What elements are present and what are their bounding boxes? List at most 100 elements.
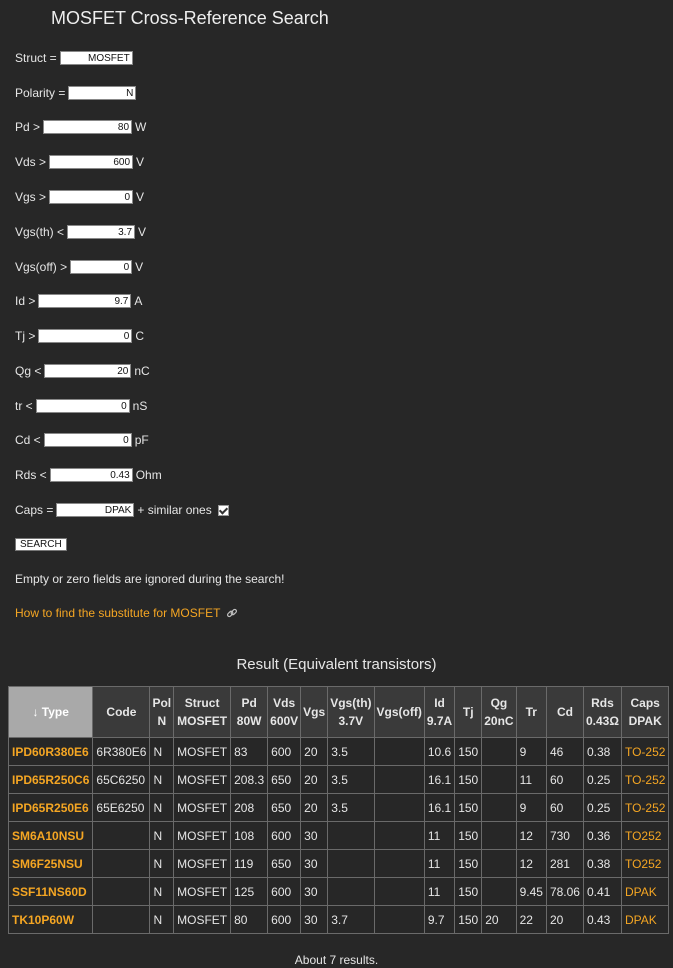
type-link[interactable]: SM6A10NSU [7, 821, 94, 850]
field-unit: W [135, 120, 147, 134]
field-label: Vds > [15, 155, 47, 169]
cell-pol: N [149, 765, 175, 794]
field-vgs-off: Vgs(off) > V [15, 259, 143, 275]
polarity-input[interactable] [68, 86, 137, 100]
table-header-row: ↓ Type Code Pol N Struct MOSFET Pd 80W Vds 6… [7, 686, 670, 738]
field-vgs-th: Vgs(th) < V [15, 224, 146, 240]
cell-struct: MOSFET [173, 821, 232, 850]
cd-input[interactable] [43, 433, 132, 447]
column-filter: 9.7A [426, 714, 453, 728]
column-title: Cd [556, 705, 573, 719]
column-header-code[interactable]: Code [92, 686, 151, 738]
field-label: Vgs > [15, 190, 47, 204]
caps-link[interactable]: DPAK [620, 905, 670, 934]
table-row: IPD60R380E6 6R380E6 N MOSFET 83 600 20 3… [7, 737, 670, 766]
vds-input[interactable] [49, 155, 134, 169]
cell-tj: 150 [454, 905, 483, 934]
cell-struct: MOSFET [173, 737, 232, 766]
type-link[interactable]: TK10P60W [7, 905, 94, 934]
cell-qg [481, 793, 517, 822]
field-caps: Caps = + similar ones [15, 502, 229, 518]
cell-tr: 22 [515, 905, 547, 934]
column-header-cd[interactable]: Cd [545, 686, 584, 738]
column-header-tr[interactable]: Tr [515, 686, 547, 738]
field-id: Id > A [15, 293, 142, 309]
column-title: Vgs(th) [330, 696, 372, 710]
column-header-vds[interactable]: Vds 600V [267, 686, 302, 738]
similar-ones-label: + similar ones [137, 503, 212, 517]
cell-pd: 119 [230, 849, 269, 878]
type-link[interactable]: IPD60R380E6 [7, 737, 94, 766]
cell-vgs: 30 [300, 849, 329, 878]
column-title: Rds [591, 696, 614, 710]
cell-pd: 83 [230, 737, 269, 766]
cell-vgs-th: 3.5 [327, 793, 375, 822]
column-filter: 20nC [484, 714, 514, 728]
caps-link[interactable]: TO-252 [620, 737, 670, 766]
column-header-vgs[interactable]: Vgs [300, 686, 329, 738]
cell-pd: 208 [230, 793, 269, 822]
cell-vgs: 20 [300, 793, 329, 822]
column-header-tj[interactable]: Tj [454, 686, 483, 738]
table-row: SM6A10NSU N MOSFET 108 600 30 11 150 12 … [7, 821, 670, 850]
field-unit: nC [134, 364, 150, 378]
tr-input[interactable] [35, 399, 130, 413]
field-unit: V [138, 225, 147, 239]
cell-qg [481, 765, 517, 794]
cell-vgs: 30 [300, 877, 329, 906]
similar-ones-checkbox[interactable] [217, 504, 229, 516]
results-table: ↓ Type Code Pol N Struct MOSFET Pd 80W Vds 6… [7, 686, 670, 934]
cell-struct: MOSFET [173, 905, 232, 934]
search-button[interactable]: SEARCH [15, 538, 67, 551]
column-header-qg[interactable]: Qg 20nC [481, 686, 517, 738]
cell-vgs-off [373, 793, 425, 822]
type-link[interactable]: SM6F25NSU [7, 849, 94, 878]
vgs-off-input[interactable] [70, 260, 133, 274]
caps-link[interactable]: TO-252 [620, 765, 670, 794]
column-title: ↓ Type [32, 705, 69, 719]
cell-rds: 0.36 [582, 821, 622, 850]
howto-link[interactable]: How to find the substitute for MOSFET [15, 606, 238, 620]
cell-qg [481, 849, 517, 878]
field-polarity: Polarity = [15, 85, 139, 101]
id-input[interactable] [38, 294, 132, 308]
field-label: Rds < [15, 468, 47, 482]
qg-input[interactable] [44, 364, 132, 378]
column-filter: 0.43Ω [585, 714, 619, 728]
caps-link[interactable]: TO-252 [620, 793, 670, 822]
caps-link[interactable]: TO252 [620, 849, 670, 878]
vgs-input[interactable] [49, 190, 134, 204]
type-link[interactable]: IPD65R250E6 [7, 793, 94, 822]
column-title: Tj [462, 705, 474, 719]
pd-input[interactable] [43, 120, 133, 134]
caps-link[interactable]: DPAK [620, 877, 670, 906]
column-title: Qg [490, 696, 508, 710]
struct-input[interactable] [59, 51, 133, 65]
column-header-rds[interactable]: Rds 0.43Ω [582, 686, 622, 738]
cell-rds: 0.43 [582, 905, 622, 934]
column-filter: MOSFET [177, 714, 228, 728]
column-header-vgs-th[interactable]: Vgs(th) 3.7V [327, 686, 375, 738]
column-header-pol[interactable]: Pol N [149, 686, 175, 738]
column-header-caps[interactable]: Caps DPAK [620, 686, 670, 738]
tj-input[interactable] [38, 329, 133, 343]
cell-vgs: 20 [300, 765, 329, 794]
field-label: Vgs(th) < [15, 225, 65, 239]
column-header-type[interactable]: ↓ Type [7, 686, 94, 738]
column-header-id[interactable]: Id 9.7A [423, 686, 456, 738]
vgs-th-input[interactable] [67, 225, 136, 239]
cell-vgs-th [327, 849, 375, 878]
caps-link[interactable]: TO252 [620, 821, 670, 850]
field-unit: Ohm [135, 468, 162, 482]
column-header-vgs-off[interactable]: Vgs(off) [373, 686, 425, 738]
type-link[interactable]: SSF11NS60D [7, 877, 94, 906]
cell-vgs: 30 [300, 905, 329, 934]
rds-input[interactable] [49, 468, 133, 482]
column-header-struct[interactable]: Struct MOSFET [173, 686, 232, 738]
field-qg: Qg < nC [15, 363, 150, 379]
caps-input[interactable] [56, 503, 135, 517]
column-header-pd[interactable]: Pd 80W [230, 686, 269, 738]
type-link[interactable]: IPD65R250C6 [7, 765, 94, 794]
cell-cd: 20 [545, 905, 584, 934]
cell-pd: 108 [230, 821, 269, 850]
